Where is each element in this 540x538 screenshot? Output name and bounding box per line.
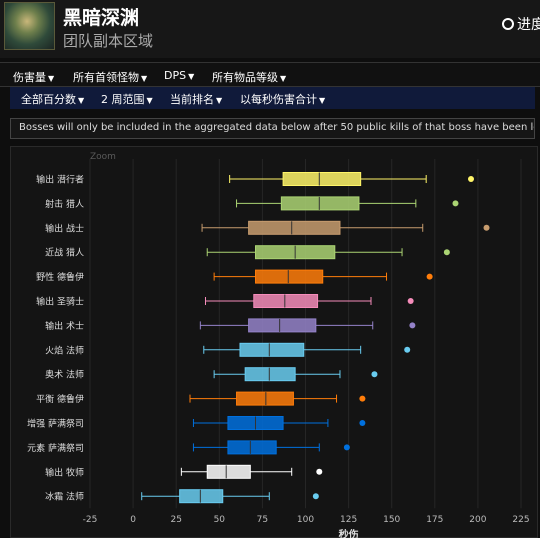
category-label: 元素 萨满祭司 <box>27 442 84 454</box>
x-tick-label: 75 <box>257 515 268 525</box>
outlier-point <box>452 200 459 207</box>
x-tick-label: -25 <box>83 515 98 525</box>
outlier-point <box>371 371 378 378</box>
iqr-box <box>206 464 251 479</box>
x-tick-label: 150 <box>383 515 400 525</box>
iqr-box <box>253 294 319 308</box>
outlier-point <box>407 298 414 304</box>
x-tick-label: 0 <box>130 515 136 525</box>
progress-label: 进度 <box>517 17 540 33</box>
category-label: 野性 德鲁伊 <box>36 271 84 283</box>
x-tick-label: 175 <box>426 515 443 525</box>
dps-boxplot-chart: Zoom -25 0 25 50 75 100 125 150 175 200 225 秒伤 输出 潜行… <box>10 146 538 538</box>
primary-filter-bar: 伤害量 ▼ 所有首领怪物 ▼ DPS ▼ 所有物品等级 ▼ <box>0 62 540 87</box>
globe-icon <box>502 18 514 30</box>
chart-svg: -25 0 25 50 75 100 125 150 175 200 225 秒伤 输出 潜行者射击 猎… <box>27 159 530 538</box>
outlier-point <box>359 395 366 402</box>
x-tick-label: 225 <box>512 515 529 525</box>
dps-dropdown[interactable]: DPS ▼ <box>164 69 194 82</box>
caret-down-icon: ▼ <box>188 72 195 81</box>
zone-icon <box>4 2 55 50</box>
category-label: 近战 猎人 <box>45 247 84 259</box>
caret-down-icon: ▼ <box>319 96 326 105</box>
iqr-box <box>239 342 305 357</box>
range-dropdown[interactable]: 2 周范围 ▼ <box>101 91 153 107</box>
caret-down-icon: ▼ <box>141 74 148 83</box>
ranking-dropdown[interactable]: 当前排名 ▼ <box>170 91 222 107</box>
caret-down-icon: ▼ <box>48 74 55 83</box>
x-tick-label: 100 <box>297 515 314 525</box>
iqr-box <box>227 440 277 455</box>
outlier-point <box>359 420 366 426</box>
category-label: 输出 术士 <box>45 320 84 332</box>
iqr-box <box>179 489 224 504</box>
x-tick-label: 25 <box>170 515 181 525</box>
iqr-box <box>248 318 317 333</box>
aggregation-dropdown[interactable]: 以每秒伤害合计 ▼ <box>240 91 325 107</box>
outlier-point <box>443 249 450 256</box>
iqr-box <box>282 172 362 186</box>
page-title: 黑暗深渊 <box>63 7 140 29</box>
x-axis-label: 秒伤 <box>339 528 359 538</box>
boss-dropdown[interactable]: 所有首领怪物 ▼ <box>73 69 147 85</box>
outlier-point <box>409 322 416 329</box>
caret-down-icon: ▼ <box>78 96 85 105</box>
category-label: 输出 牧师 <box>45 466 84 478</box>
outlier-point <box>316 468 323 475</box>
category-label: 输出 潜行者 <box>36 174 84 186</box>
category-label: 奥术 法师 <box>45 369 84 381</box>
category-label: 冰霜 法师 <box>45 491 84 503</box>
category-label: 输出 战士 <box>45 222 84 234</box>
outlier-point <box>426 273 433 280</box>
x-tick-label: 125 <box>340 515 357 525</box>
category-label: 增强 萨满祭司 <box>27 418 84 430</box>
category-label: 平衡 德鲁伊 <box>36 393 84 405</box>
iqr-box <box>255 269 324 284</box>
page-subtitle: 团队副本区域 <box>63 32 154 50</box>
zoom-label[interactable]: Zoom <box>90 152 116 162</box>
category-label: 射击 猎人 <box>45 198 84 210</box>
outlier-point <box>404 346 411 353</box>
caret-down-icon: ▼ <box>216 96 223 105</box>
outlier-point <box>312 493 319 500</box>
category-label: 输出 圣骑士 <box>36 296 84 308</box>
outlier-point <box>343 444 350 451</box>
iqr-box <box>244 367 296 382</box>
caret-down-icon: ▼ <box>280 74 287 83</box>
zone-header: 黑暗深渊 团队副本区域 进度 <box>0 0 540 58</box>
progress-link[interactable]: 进度 <box>502 14 540 34</box>
outlier-point <box>468 176 475 182</box>
category-label: 火焰 法师 <box>45 344 84 356</box>
caret-down-icon: ▼ <box>146 96 153 105</box>
outlier-point <box>483 224 490 231</box>
x-tick-label: 200 <box>469 515 486 525</box>
percentile-dropdown[interactable]: 全部百分数 ▼ <box>21 91 84 107</box>
metric-dropdown[interactable]: 伤害量 ▼ <box>13 69 54 85</box>
iqr-box <box>248 220 341 235</box>
info-notice: Bosses will only be included in the aggr… <box>10 118 535 139</box>
item-level-dropdown[interactable]: 所有物品等级 ▼ <box>212 69 286 85</box>
iqr-box <box>236 391 294 406</box>
iqr-box <box>280 196 360 211</box>
x-tick-label: 50 <box>214 515 226 525</box>
secondary-filter-bar: 全部百分数 ▼ 2 周范围 ▼ 当前排名 ▼ 以每秒伤害合计 ▼ <box>10 87 535 109</box>
